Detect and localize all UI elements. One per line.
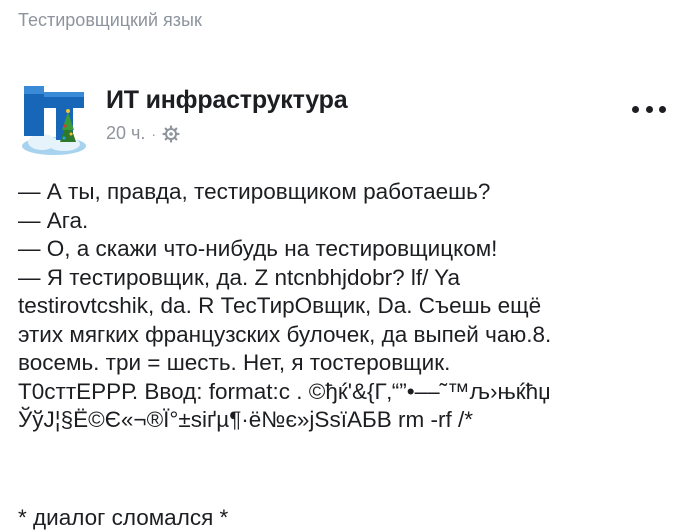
post-line: этих мягких французских булочек, да выпе… [18,321,552,347]
post-footer-line: * диалог сломался * [18,505,229,530]
post-line: — А ты, правда, тестировщиком работаешь? [18,179,491,204]
post-body: — А ты, правда, тестировщиком работаешь?… [18,178,668,435]
post-line: ЎўЈ¦§Ё©Є«¬®Ї°±ѕіґµ¶·ё№є»јЅѕїАБВ rm -rf /… [18,407,473,432]
post-meta: 20 ч. · [106,123,180,144]
post-timestamp[interactable]: 20 ч. [106,123,145,144]
more-dot [632,105,639,113]
meta-separator: · [151,125,157,142]
more-dots-icon[interactable] [632,98,666,120]
post-line: Т0сттЕРРР. Ввод: format:c . ©ђќ'&{Г‚“”•–… [18,378,551,404]
post-line: testirovtcshik, da. R ТесТирОвщик, Da. С… [18,293,542,318]
post-line: — Я тестировщик, да. Z ntcnbhjdobr? lf/ … [18,264,461,290]
gear-icon[interactable] [162,124,180,143]
it-logo-avatar [22,86,86,155]
post-card: ИТ инфраструктура 20 ч. · — А ты, правда… [0,60,682,532]
page-caption: Тестировщицкий язык [18,10,202,30]
post-line: — Ага. [18,207,89,233]
page-name[interactable]: ИТ инфраструктура [106,86,348,115]
more-dot [645,105,653,113]
post-line: — О, а скажи что-нибудь на тестировщицко… [18,236,498,261]
page-avatar[interactable] [16,80,92,156]
more-dot [659,105,666,113]
post-line: восемь. три = шесть. Нет, я тостеровщик. [18,350,451,375]
